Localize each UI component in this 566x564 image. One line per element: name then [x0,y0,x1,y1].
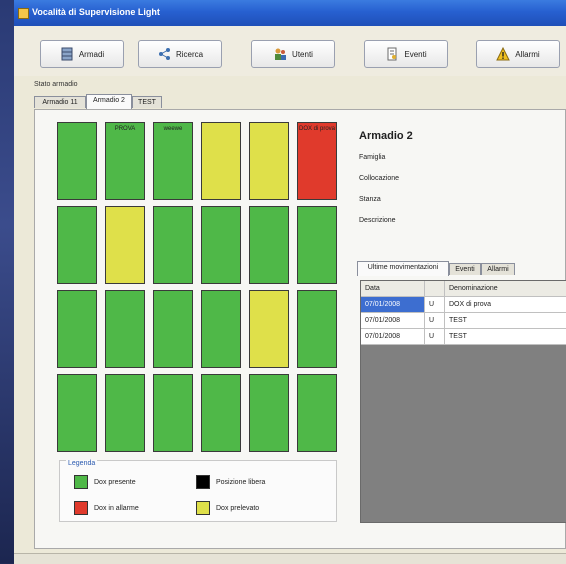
cell-date: 07/01/2008 [361,297,425,312]
legend-item-withdrawn: Dox prelevato [196,501,259,515]
window-title: Vocalità di Supervisione Light [32,7,160,17]
field-collocazione: Collocazione [359,175,400,182]
legend-swatch-present [74,475,88,489]
cabinet-slot[interactable] [297,290,337,368]
column-header-data[interactable]: Data [361,281,425,296]
column-header-denominazione[interactable]: Denominazione [445,281,566,296]
status-bar [14,553,566,564]
cabinet-slot[interactable] [249,290,289,368]
stato-armadio-label: Stato armadio [34,81,78,88]
cabinet-slot[interactable] [105,290,145,368]
legend: Legenda Dox presente Posizione libera Do… [59,460,337,522]
cell-type: U [425,313,445,328]
table-header: Data Denominazione [361,281,566,297]
cabinet-icon [61,47,73,61]
users-icon [275,48,287,60]
warning-icon [496,47,511,61]
legend-item-present: Dox presente [74,475,136,489]
allarmi-label: Allarmi [515,49,540,59]
legend-item-free: Posizione libera [196,475,265,489]
legend-title: Legenda [66,460,98,467]
cell-type: U [425,297,445,312]
allarmi-button[interactable]: Allarmi [476,40,560,68]
movements-table: Data Denominazione 07/01/2008 U DOX di p… [360,280,566,523]
app-icon [18,8,29,19]
table-row[interactable]: 07/01/2008 U TEST [361,329,566,345]
cabinet-slot[interactable] [249,206,289,284]
field-descrizione: Descrizione [359,217,396,224]
legend-label-alarm: Dox in allarme [94,504,139,512]
cell-type: U [425,329,445,344]
title-bar: Vocalità di Supervisione Light [14,0,566,26]
slot-label: PROVA [114,126,136,132]
slot-label: DOX di prova [298,126,335,132]
field-famiglia: Famiglia [359,154,386,161]
cabinet-slot[interactable] [153,290,193,368]
legend-swatch-free [196,475,210,489]
legend-label-present: Dox presente [94,478,136,486]
tab-ultime-movimentazioni[interactable]: Ultime movimentazioni [357,261,449,276]
tab-armadio-2[interactable]: Armadio 2 [86,94,132,109]
cabinet-slot[interactable] [201,374,241,452]
eventi-label: Eventi [404,49,427,59]
cabinet-slot[interactable] [153,206,193,284]
cabinet-slot[interactable] [297,206,337,284]
cabinet-panel: PROVA weewe DOX di prova Legenda Dox prese… [34,109,566,549]
field-stanza: Stanza [359,196,381,203]
cabinet-slot[interactable] [105,374,145,452]
ricerca-label: Ricerca [175,49,204,59]
app-window: Vocalità di Supervisione Light Armadi Ri… [14,0,566,564]
tab-allarmi[interactable]: Allarmi [481,263,515,275]
armadi-button[interactable]: Armadi [40,40,124,68]
cabinet-title: Armadio 2 [359,130,413,142]
cabinet-slot[interactable] [297,374,337,452]
eventi-button[interactable]: Eventi [364,40,448,68]
ricerca-button[interactable]: Ricerca [138,40,222,68]
tab-eventi[interactable]: Eventi [449,263,481,275]
cabinet-slot[interactable] [105,206,145,284]
slot-label: weewe [163,126,183,132]
table-row[interactable]: 07/01/2008 U TEST [361,313,566,329]
cell-denominazione: TEST [445,329,566,344]
document-icon [387,47,397,61]
toolbar: Armadi Ricerca Utenti Eventi Allarmi [14,26,566,76]
legend-label-withdrawn: Dox prelevato [216,504,260,512]
armadi-label: Armadi [78,49,105,59]
cabinet-slot[interactable]: weewe [153,122,193,200]
desktop-background [0,0,14,563]
tab-armadio-11[interactable]: Armadio 11 [34,96,86,108]
cabinet-slot[interactable] [201,122,241,200]
cabinet-slot[interactable] [57,122,97,200]
utenti-button[interactable]: Utenti [251,40,335,68]
cell-date: 07/01/2008 [361,313,425,328]
cabinet-slot[interactable] [201,206,241,284]
cabinet-slot[interactable] [57,206,97,284]
search-icon [158,48,170,60]
legend-swatch-withdrawn [196,501,210,515]
cell-date: 07/01/2008 [361,329,425,344]
cabinet-slot[interactable]: DOX di prova [297,122,337,200]
legend-swatch-alarm [74,501,88,515]
cabinet-slot[interactable] [249,374,289,452]
legend-item-alarm: Dox in allarme [74,501,139,515]
tab-test[interactable]: TEST [132,96,162,108]
legend-label-free: Posizione libera [216,478,266,486]
cabinet-slot[interactable] [57,290,97,368]
cell-denominazione: DOX di prova [445,297,566,312]
cabinet-slot[interactable] [153,374,193,452]
utenti-label: Utenti [292,49,313,59]
cabinet-slot[interactable] [249,122,289,200]
cell-denominazione: TEST [445,313,566,328]
cabinet-slot[interactable]: PROVA [105,122,145,200]
cabinet-slot[interactable] [57,374,97,452]
table-row[interactable]: 07/01/2008 U DOX di prova [361,297,566,313]
cabinet-grid: PROVA weewe DOX di prova [57,122,339,456]
column-header-type[interactable] [425,281,445,296]
cabinet-slot[interactable] [201,290,241,368]
